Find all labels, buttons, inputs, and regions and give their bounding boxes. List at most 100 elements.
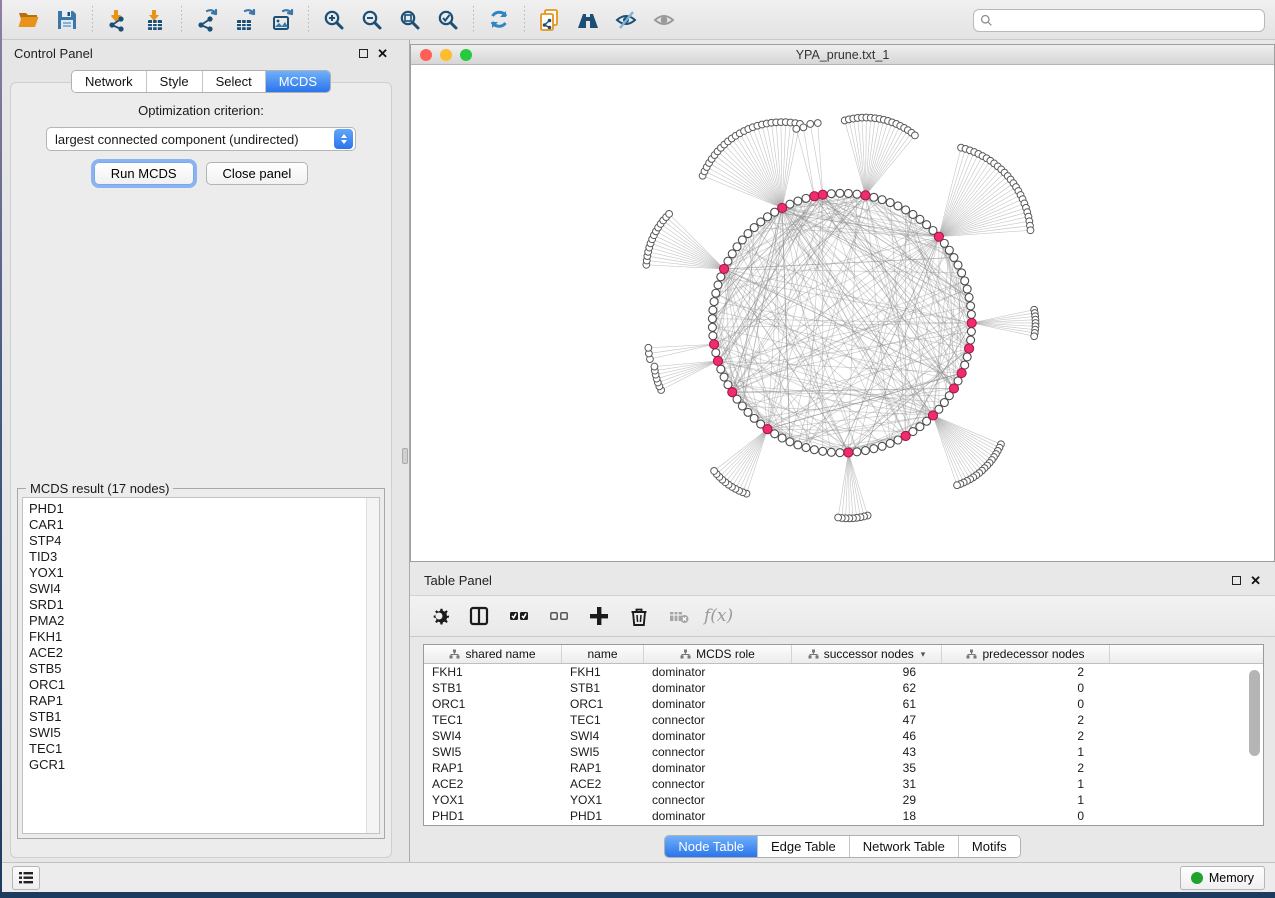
column-header-predecessor_nodes[interactable]: predecessor nodes [942, 645, 1110, 663]
mcds-result-item[interactable]: SWI4 [29, 581, 360, 597]
split-panel-button[interactable] [464, 601, 494, 631]
close-window-icon[interactable] [420, 49, 432, 61]
zoom-selected-button[interactable] [429, 4, 467, 36]
mcds-result-item[interactable]: STP4 [29, 533, 360, 549]
zoom-fit-button[interactable] [391, 4, 429, 36]
table-row[interactable]: STB1STB1dominator620 [424, 680, 1263, 696]
table-row[interactable]: ACE2ACE2connector311 [424, 776, 1263, 792]
delete-column-button[interactable] [624, 601, 654, 631]
table-row[interactable]: RAP1RAP1dominator352 [424, 760, 1263, 776]
table-row[interactable]: ORC1ORC1dominator610 [424, 696, 1263, 712]
result-list-scrollbar[interactable] [366, 498, 379, 833]
tab-mcds[interactable]: MCDS [266, 71, 330, 92]
close-panel-button[interactable]: Close panel [206, 162, 309, 185]
tab-style[interactable]: Style [147, 71, 203, 92]
tab-network[interactable]: Network [72, 71, 147, 92]
mcds-result-item[interactable]: YOX1 [29, 565, 360, 581]
import-table-button[interactable] [137, 4, 175, 36]
mcds-hub-node [967, 318, 976, 327]
float-table-panel-icon[interactable] [1232, 576, 1241, 585]
export-table-button[interactable] [226, 4, 264, 36]
close-panel-icon[interactable]: ✕ [377, 47, 388, 60]
table-scrollbar-thumb[interactable] [1249, 670, 1260, 756]
column-header-shared_name[interactable]: shared name [424, 645, 562, 663]
mcds-result-item[interactable]: STB5 [29, 661, 360, 677]
export-image-button[interactable] [264, 4, 302, 36]
close-table-panel-icon[interactable]: ✕ [1250, 574, 1261, 587]
optimization-criterion-select[interactable]: largest connected component (undirected) [46, 127, 356, 151]
table-tab-motifs[interactable]: Motifs [959, 836, 1020, 857]
mcds-result-item[interactable]: PMA2 [29, 613, 360, 629]
table-tab-edge-table[interactable]: Edge Table [758, 836, 850, 857]
mcds-result-item[interactable]: GCR1 [29, 757, 360, 773]
mcds-result-item[interactable]: STB1 [29, 709, 360, 725]
table-row[interactable]: SWI4SWI4dominator462 [424, 728, 1263, 744]
run-mcds-button[interactable]: Run MCDS [94, 162, 194, 185]
network-canvas[interactable] [411, 65, 1274, 560]
mcds-hub-node [965, 344, 974, 353]
table-row[interactable]: SWI5SWI5connector431 [424, 744, 1263, 760]
mcds-result-item[interactable]: FKH1 [29, 629, 360, 645]
maximize-window-icon[interactable] [460, 49, 472, 61]
cell-shared_name: YOX1 [424, 793, 562, 807]
mcds-result-item[interactable]: TEC1 [29, 741, 360, 757]
mcds-result-item[interactable]: SRD1 [29, 597, 360, 613]
mcds-result-group: MCDS result (17 nodes) PHD1CAR1STP4TID3Y… [17, 488, 385, 839]
import-network-button[interactable] [99, 4, 137, 36]
tab-select[interactable]: Select [203, 71, 266, 92]
table-row[interactable]: PHD1PHD1dominator180 [424, 808, 1263, 824]
table-row[interactable]: FKH1FKH1dominator962 [424, 664, 1263, 680]
save-session-button[interactable] [48, 4, 86, 36]
clone-network-button[interactable] [531, 4, 569, 36]
zoom-out-button[interactable] [353, 4, 391, 36]
table-tab-network-table[interactable]: Network Table [850, 836, 959, 857]
column-header-name[interactable]: name [562, 645, 644, 663]
show-all-button[interactable] [645, 4, 683, 36]
cell-shared_name: RAP1 [424, 761, 562, 775]
network-search-box[interactable] [973, 9, 1265, 32]
zoom-in-button[interactable] [315, 4, 353, 36]
task-history-button[interactable] [12, 866, 40, 890]
open-file-button[interactable] [10, 4, 48, 36]
table-row[interactable]: YOX1YOX1connector291 [424, 792, 1263, 808]
mcds-result-item[interactable]: ACE2 [29, 645, 360, 661]
show-all-icon [652, 8, 676, 32]
table-tab-node-table[interactable]: Node Table [665, 836, 758, 857]
delete-table-button[interactable] [664, 601, 694, 631]
table-row[interactable]: TEC1TEC1connector472 [424, 712, 1263, 728]
refresh-view-button[interactable] [480, 4, 518, 36]
mcds-hub-node [844, 448, 853, 457]
export-table-icon [233, 8, 257, 32]
deselect-all-button[interactable] [544, 601, 574, 631]
mcds-result-item[interactable]: PHD1 [29, 501, 360, 517]
mcds-result-item[interactable]: RAP1 [29, 693, 360, 709]
search-binoculars-button[interactable] [569, 4, 607, 36]
settings-button[interactable] [424, 601, 454, 631]
mcds-result-item[interactable]: TID3 [29, 549, 360, 565]
panel-splitter[interactable] [400, 40, 410, 862]
cell-predecessor_nodes: 1 [942, 745, 1110, 759]
mcds-result-list[interactable]: PHD1CAR1STP4TID3YOX1SWI4SRD1PMA2FKH1ACE2… [22, 497, 380, 834]
select-all-button[interactable] [504, 601, 534, 631]
control-panel-tabs: NetworkStyleSelectMCDS [71, 70, 331, 93]
network-window-titlebar[interactable]: YPA_prune.txt_1 [411, 45, 1274, 65]
add-column-button[interactable] [584, 601, 614, 631]
hide-selected-button[interactable] [607, 4, 645, 36]
float-panel-icon[interactable] [359, 49, 368, 58]
leaf-node-layer[interactable] [643, 114, 1039, 522]
mcds-result-item[interactable]: ORC1 [29, 677, 360, 693]
deselect-all-icon [547, 604, 571, 628]
column-header-successor_nodes[interactable]: successor nodes▾ [792, 645, 942, 663]
mcds-result-item[interactable]: CAR1 [29, 517, 360, 533]
splitter-grip-icon [402, 448, 408, 464]
cell-name: TEC1 [562, 713, 644, 727]
column-header-mcds_role[interactable]: MCDS role [644, 645, 792, 663]
mcds-hub-node [710, 340, 719, 349]
function-builder-icon[interactable]: f(x) [704, 606, 733, 626]
export-network-button[interactable] [188, 4, 226, 36]
minimize-window-icon[interactable] [440, 49, 452, 61]
memory-button[interactable]: Memory [1180, 866, 1265, 890]
cell-mcds_role: dominator [644, 761, 792, 775]
search-input[interactable] [997, 14, 1258, 28]
mcds-result-item[interactable]: SWI5 [29, 725, 360, 741]
